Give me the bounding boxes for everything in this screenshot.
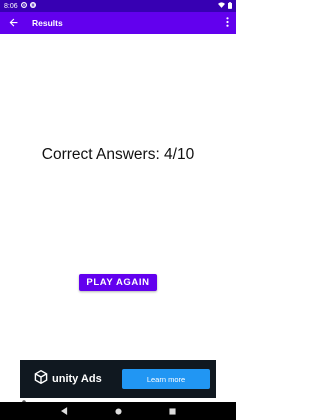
app-bar: Results [0, 12, 236, 34]
correct-answers-text: Correct Answers: 4/10 [41, 146, 195, 163]
nav-back-button[interactable] [58, 405, 70, 417]
status-bar: 8:06 [0, 0, 236, 12]
wifi-icon [218, 2, 225, 10]
navigation-bar [0, 402, 236, 420]
learn-more-button[interactable]: Learn more [122, 369, 210, 389]
nav-back-icon [60, 402, 68, 420]
status-time: 8:06 [4, 2, 18, 10]
nav-home-icon [114, 402, 122, 420]
settings-icon [20, 2, 27, 10]
unity-logo-icon [34, 369, 48, 389]
pause-icon [29, 2, 36, 10]
nav-home-button[interactable] [112, 405, 124, 417]
ad-logo: unity Ads [34, 369, 102, 389]
back-arrow-icon [9, 14, 18, 32]
nav-recents-icon [168, 402, 176, 420]
overflow-menu-button[interactable] [218, 12, 236, 34]
ad-banner[interactable]: unity Ads Learn more [20, 360, 216, 398]
play-again-button[interactable]: PLAY AGAIN [79, 274, 157, 291]
back-button[interactable] [0, 12, 26, 34]
page-title: Results [32, 18, 63, 28]
ad-brand: unity Ads [52, 373, 102, 385]
more-vert-icon [225, 14, 229, 32]
nav-recents-button[interactable] [166, 405, 178, 417]
battery-icon [228, 1, 232, 11]
